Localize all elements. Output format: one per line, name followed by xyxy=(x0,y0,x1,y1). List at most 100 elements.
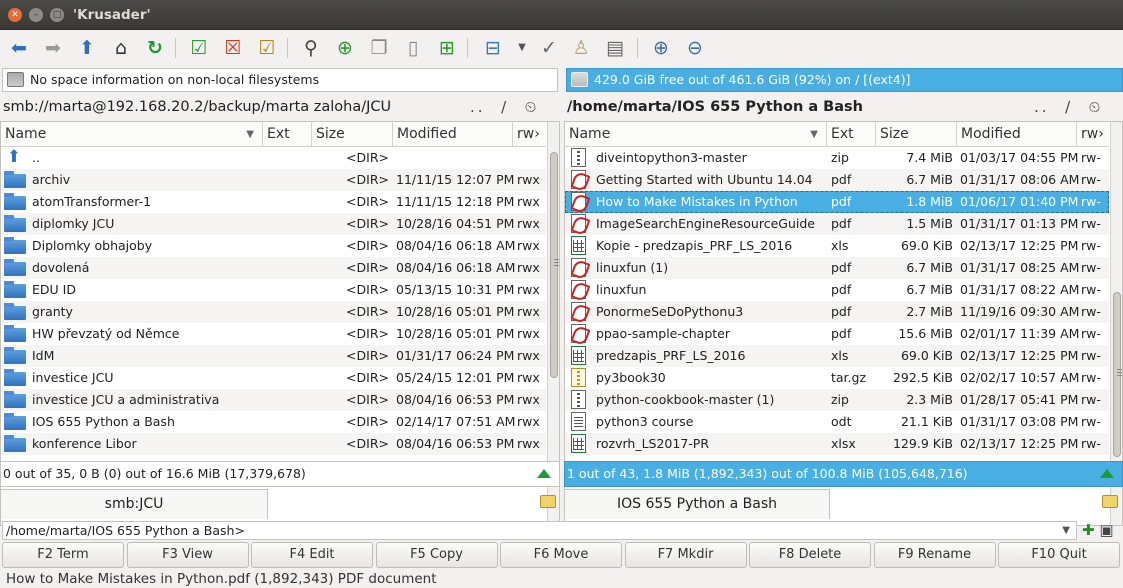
column-name-header[interactable]: Name ▼ xyxy=(1,122,263,147)
odt-file-icon xyxy=(571,412,586,431)
history-icon[interactable]: ⏲ xyxy=(525,98,540,116)
new-folder-icon[interactable]: ⊕ xyxy=(332,35,358,61)
table-row[interactable]: Diplomky obhajoby <DIR> 08/04/16 06:18 AM r… xyxy=(1,235,546,257)
new-file-icon[interactable]: ▯ xyxy=(400,35,426,61)
panel-active-indicator-icon[interactable] xyxy=(1100,469,1114,478)
left-tab-jcu[interactable]: smb:JCU xyxy=(0,489,268,519)
table-row[interactable]: diplomky JCU <DIR> 10/28/16 04:51 PM rwx xyxy=(1,213,546,235)
table-row[interactable]: diveintopython3-master zip 7.4 MiB 01/03/17… xyxy=(565,147,1109,169)
select-files-icon[interactable]: ☑ xyxy=(186,35,212,61)
table-row[interactable]: HW převzatý od Němce <DIR> 10/28/16 05:01 … xyxy=(1,323,546,345)
table-row[interactable]: granty <DIR> 10/28/16 05:01 PM rwx xyxy=(1,301,546,323)
fkey-button-9[interactable]: F9 Rename xyxy=(873,542,996,568)
back-arrow-icon[interactable]: ⬅ xyxy=(6,35,32,61)
table-row[interactable]: EDU ID <DIR> 05/13/15 10:31 PM rwx xyxy=(1,279,546,301)
fkey-button-4[interactable]: F4 Edit xyxy=(251,542,373,568)
table-row[interactable]: linuxfun pdf 6.7 MiB 01/31/17 08:22 AM rw- xyxy=(565,279,1109,301)
zoom-in-icon[interactable]: ⊕ xyxy=(648,35,674,61)
table-row[interactable]: investice JCU a administrativa <DIR> 08/04… xyxy=(1,389,546,411)
column-ext-header[interactable]: Ext xyxy=(827,122,876,147)
fkey-button-7[interactable]: F7 Mkdir xyxy=(624,542,747,568)
fkey-button-8[interactable]: F8 Delete xyxy=(749,542,871,568)
left-tab-bar: smb:JCU xyxy=(0,489,560,519)
fkey-button-2[interactable]: F2 Term xyxy=(2,542,124,568)
table-row[interactable]: predzapis_PRF_LS_2016 xls 69.0 KiB 02/13/17… xyxy=(565,345,1109,367)
home-icon[interactable]: ⌂ xyxy=(108,35,134,61)
column-size-header[interactable]: Size xyxy=(876,122,957,147)
table-row[interactable]: Kopie - predzapis_PRF_LS_2016 xls 69.0 KiB… xyxy=(565,235,1109,257)
column-modified-header[interactable]: Modified xyxy=(957,122,1077,147)
cell-size: 69.0 KiB xyxy=(900,348,953,363)
table-row[interactable]: archiv <DIR> 11/11/15 12:07 PM rwx xyxy=(1,169,546,191)
up-arrow-icon[interactable]: ⬆ xyxy=(74,35,100,61)
column-modified-header[interactable]: Modified xyxy=(393,122,513,147)
table-row[interactable]: python-cookbook-master (1) zip 2.3 MiB 01/2… xyxy=(565,389,1109,411)
search-binoculars-icon[interactable]: ⚲ xyxy=(298,35,324,61)
cell-name: linuxfun xyxy=(596,282,647,297)
clipboard-icon[interactable]: ▤ xyxy=(602,35,628,61)
scrollbar-thumb[interactable] xyxy=(550,152,559,378)
add-icon[interactable]: ✚ xyxy=(1082,521,1095,539)
panel-active-indicator-icon[interactable] xyxy=(537,469,551,478)
column-perm-header[interactable]: rw› xyxy=(513,122,546,147)
pdf-file-icon xyxy=(571,170,586,189)
fkey-button-5[interactable]: F5 Copy xyxy=(375,542,498,568)
pdf-file-icon xyxy=(571,258,586,277)
table-row[interactable]: atomTransformer-1 <DIR> 11/11/15 12:18 PM r… xyxy=(1,191,546,213)
cell-modified: 01/31/17 01:13 PM xyxy=(960,216,1079,231)
terminal-icon[interactable]: ▣ xyxy=(1099,521,1113,539)
folder-icon xyxy=(4,435,26,452)
table-row[interactable]: python3 course odt 21.1 KiB 01/31/17 03:08 … xyxy=(565,411,1109,433)
table-row[interactable]: linuxfun (1) pdf 6.7 MiB 01/31/17 08:25 AM r… xyxy=(565,257,1109,279)
refresh-icon[interactable]: ↻ xyxy=(142,35,168,61)
column-ext-header[interactable]: Ext xyxy=(263,122,312,147)
minimize-window-icon[interactable]: – xyxy=(29,8,43,22)
copy-files-icon[interactable]: ❐ xyxy=(366,35,392,61)
table-row[interactable]: IOS 655 Python a Bash <DIR> 02/14/17 07:51… xyxy=(1,411,546,433)
right-path-bar[interactable]: /home/marta/IOS 655 Python a Bash .. / ⏲… xyxy=(564,96,1123,138)
fkey-button-6[interactable]: F6 Move xyxy=(500,542,622,568)
table-row[interactable]: dovolená <DIR> 08/04/16 06:18 AM rwx xyxy=(1,257,546,279)
popup-arrow-icon[interactable]: ▼ xyxy=(509,35,535,61)
table-row[interactable]: konference Libor <DIR> 08/04/16 06:53 PM rw… xyxy=(1,433,546,455)
maximize-window-icon[interactable]: □ xyxy=(50,8,64,22)
cell-name: python-cookbook-master (1) xyxy=(596,392,775,407)
cell-name: Diplomky obhajoby xyxy=(32,238,153,253)
chevron-down-icon[interactable]: ▼ xyxy=(1062,522,1070,539)
table-row[interactable]: PonormeSeDoPythonu3 pdf 2.7 MiB 11/19/16 09… xyxy=(565,301,1109,323)
table-row[interactable]: ppao-sample-chapter pdf 15.6 MiB 02/01/17 1… xyxy=(565,323,1109,345)
new-add-icon[interactable]: ⊞ xyxy=(434,35,460,61)
table-row[interactable]: How to Make Mistakes in Python pdf 1.8 MiB… xyxy=(565,191,1109,213)
forward-arrow-icon[interactable]: ➡ xyxy=(40,35,66,61)
table-row[interactable]: rozvrh_LS2017-PR xlsx 129.9 KiB 02/13/17 12… xyxy=(565,433,1109,455)
connect-remote-icon[interactable]: ⊟ xyxy=(480,35,506,61)
right-tab-ios655[interactable]: IOS 655 Python a Bash xyxy=(564,489,830,519)
scrollbar-thumb[interactable] xyxy=(1113,292,1122,457)
table-row[interactable]: Getting Started with Ubuntu 14.04 pdf 6.7 … xyxy=(565,169,1109,191)
cell-modified: 11/19/16 09:30 AM xyxy=(960,304,1080,319)
zoom-out-icon[interactable]: ⊖ xyxy=(682,35,708,61)
unselect-files-icon[interactable]: ☒ xyxy=(220,35,246,61)
column-size-header[interactable]: Size xyxy=(312,122,393,147)
table-row[interactable]: ImageSearchEngineResourceGuide pdf 1.5 MiB… xyxy=(565,213,1109,235)
cell-name: .. xyxy=(32,150,40,165)
table-row[interactable]: ⬆.. <DIR> xyxy=(1,147,546,169)
left-path-bar[interactable]: smb://marta@192.168.20.2/backup/marta za… xyxy=(0,96,560,138)
column-perm-header[interactable]: rw› xyxy=(1077,122,1109,147)
check-checksum-icon[interactable]: ✓ xyxy=(536,35,562,61)
compare-icon[interactable]: ☑ xyxy=(254,35,280,61)
close-window-icon[interactable]: ✕ xyxy=(8,8,22,22)
new-tab-folder-icon[interactable] xyxy=(1102,495,1118,508)
parent-dir-icon: ⬆ xyxy=(6,147,22,167)
table-row[interactable]: IdM <DIR> 01/31/17 06:24 PM rwx xyxy=(1,345,546,367)
new-tab-folder-icon[interactable] xyxy=(540,495,556,508)
history-icon[interactable]: ⏲ xyxy=(1089,98,1104,116)
table-row[interactable]: py3book30 tar.gz 292.5 KiB 02/02/17 10:57 A… xyxy=(565,367,1109,389)
cell-size: 6.7 MiB xyxy=(906,260,953,275)
column-name-header[interactable]: Name ▼ xyxy=(565,122,827,147)
fkey-button-3[interactable]: F3 View xyxy=(126,542,249,568)
command-line-input[interactable]: /home/marta/IOS 655 Python a Bash> ▼ xyxy=(2,521,1077,540)
fkey-button-10[interactable]: F10 Quit xyxy=(998,542,1120,568)
table-row[interactable]: investice JCU <DIR> 05/24/15 12:01 PM rwx xyxy=(1,367,546,389)
user-icon[interactable]: ♙ xyxy=(568,35,594,61)
